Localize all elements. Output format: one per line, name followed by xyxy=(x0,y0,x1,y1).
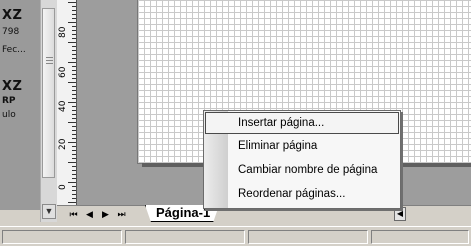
status-bar xyxy=(0,226,471,246)
shape-label: XZ xyxy=(2,79,23,94)
scroll-thumb[interactable] xyxy=(42,8,55,178)
scroll-left-button[interactable]: ◀ xyxy=(394,207,406,221)
ruler-tick xyxy=(72,198,76,199)
ruler-tick xyxy=(68,142,76,143)
ruler-tick xyxy=(72,78,76,79)
ruler-tick xyxy=(68,202,76,203)
ruler-tick xyxy=(72,178,76,179)
status-panel xyxy=(125,230,245,244)
ruler-tick xyxy=(72,150,76,151)
ruler-tick xyxy=(72,126,76,127)
ruler-label: 40 xyxy=(58,100,68,112)
ruler-tick xyxy=(72,138,76,139)
shapes-panel: XZ 798 Fec... XZ RP ulo xyxy=(0,0,40,210)
ruler-tick xyxy=(72,10,76,11)
ruler-tick xyxy=(72,66,76,67)
ruler-tick xyxy=(72,134,76,135)
shape-label: 798 xyxy=(2,27,20,37)
ruler-tick xyxy=(72,166,76,167)
ruler-tick xyxy=(72,6,76,7)
ruler-tick xyxy=(72,154,76,155)
ruler-label: 0 xyxy=(58,184,68,190)
shape-label: RP xyxy=(2,96,16,106)
ruler-tick xyxy=(72,170,76,171)
ruler-tick xyxy=(72,130,76,131)
ruler-tick xyxy=(68,122,76,123)
ruler-tick xyxy=(72,174,76,175)
vertical-scrollbar[interactable]: ▼ xyxy=(40,0,57,222)
ruler-tick xyxy=(72,106,76,107)
ruler-tick xyxy=(68,62,76,63)
ruler-tick xyxy=(68,162,76,163)
ruler-tick xyxy=(72,158,76,159)
first-page-icon[interactable]: ⏮ xyxy=(67,207,80,221)
page-context-menu: Insertar página... Eliminar página Cambi… xyxy=(203,110,401,209)
status-panel xyxy=(248,230,368,244)
menu-item-insert-page[interactable]: Insertar página... xyxy=(205,112,399,134)
shape-label: ulo xyxy=(2,110,16,120)
shape-label: XZ xyxy=(2,8,23,23)
menu-item-delete-page[interactable]: Eliminar página xyxy=(205,136,399,158)
previous-page-icon[interactable]: ◀ xyxy=(83,207,96,221)
ruler-tick xyxy=(72,14,76,15)
ruler-tick xyxy=(72,90,76,91)
last-page-icon[interactable]: ⏭ xyxy=(115,207,128,221)
ruler-tick xyxy=(72,70,76,71)
ruler-tick xyxy=(72,86,76,87)
ruler-tick xyxy=(68,42,76,43)
vertical-ruler: 80 60 40 20 0 xyxy=(57,0,77,205)
ruler-tick xyxy=(68,2,76,3)
ruler-tick xyxy=(72,118,76,119)
ruler-tick xyxy=(72,58,76,59)
ruler-tick xyxy=(72,74,76,75)
menu-item-reorder-pages[interactable]: Reordenar páginas... xyxy=(205,184,399,206)
ruler-tick xyxy=(68,102,76,103)
ruler-tick xyxy=(72,38,76,39)
ruler-tick xyxy=(72,26,76,27)
ruler-tick xyxy=(72,114,76,115)
ruler-tick xyxy=(68,182,76,183)
ruler-tick xyxy=(72,50,76,51)
ruler-tick xyxy=(72,18,76,19)
ruler-label: 20 xyxy=(58,138,68,150)
status-panel xyxy=(2,230,122,244)
ruler-tick xyxy=(72,46,76,47)
ruler-tick xyxy=(72,190,76,191)
ruler-tick xyxy=(72,146,76,147)
menu-item-rename-page[interactable]: Cambiar nombre de página xyxy=(205,160,399,182)
ruler-tick xyxy=(72,34,76,35)
ruler-tick xyxy=(72,186,76,187)
next-page-icon[interactable]: ▶ xyxy=(99,207,112,221)
ruler-tick xyxy=(72,98,76,99)
grip-icon xyxy=(46,57,53,64)
ruler-tick xyxy=(72,194,76,195)
ruler-tick xyxy=(72,94,76,95)
shape-label: Fec... xyxy=(2,45,26,55)
status-panel xyxy=(371,230,469,244)
ruler-tick xyxy=(68,82,76,83)
ruler-tick xyxy=(72,30,76,31)
ruler-label: 80 xyxy=(58,26,68,38)
ruler-tick xyxy=(72,110,76,111)
ruler-tick xyxy=(72,54,76,55)
ruler-tick xyxy=(68,22,76,23)
scroll-down-button[interactable]: ▼ xyxy=(42,204,56,219)
ruler-label: 60 xyxy=(58,66,68,78)
